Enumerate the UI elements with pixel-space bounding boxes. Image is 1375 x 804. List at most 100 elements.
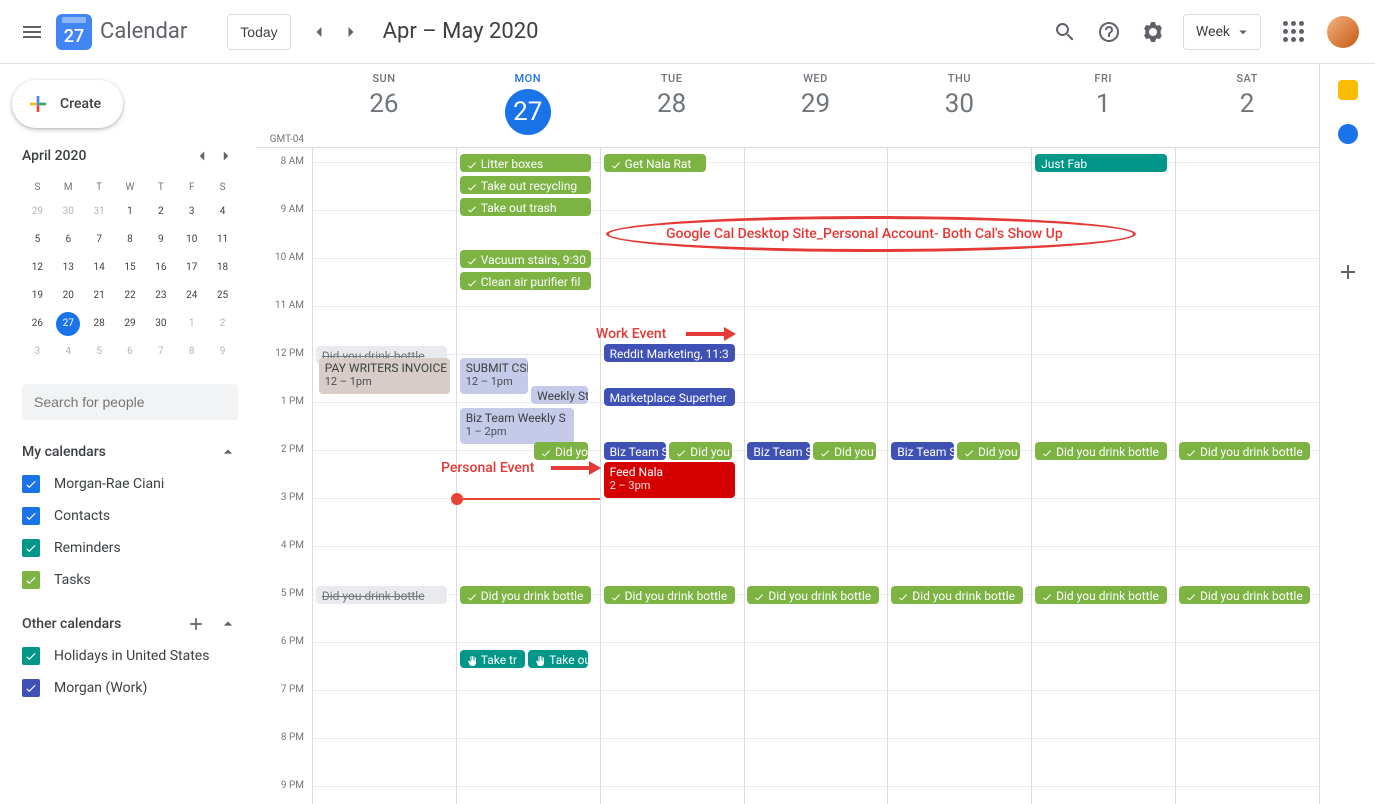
- mini-day[interactable]: 26: [22, 312, 53, 340]
- mini-day[interactable]: 31: [84, 200, 115, 228]
- event[interactable]: Did you drink bottle: [1179, 586, 1310, 604]
- apps-grid-icon[interactable]: [1273, 12, 1313, 52]
- mini-day[interactable]: 6: [115, 340, 146, 368]
- mini-day[interactable]: 12: [22, 256, 53, 284]
- mini-day[interactable]: 24: [176, 284, 207, 312]
- calendar-item[interactable]: Contacts: [22, 500, 238, 532]
- mini-day[interactable]: 5: [84, 340, 115, 368]
- day-column[interactable]: Litter boxesTake out recyclingTake out t…: [456, 148, 600, 804]
- mini-day[interactable]: 7: [84, 228, 115, 256]
- create-button[interactable]: Create: [12, 80, 123, 128]
- mini-day[interactable]: 2: [207, 312, 238, 340]
- mini-day[interactable]: 30: [53, 200, 84, 228]
- today-button[interactable]: Today: [227, 14, 290, 50]
- mini-day[interactable]: 1: [115, 200, 146, 228]
- my-calendars-toggle[interactable]: My calendars: [22, 436, 238, 468]
- event[interactable]: Just Fab: [1035, 154, 1166, 172]
- mini-cal-next[interactable]: [214, 144, 238, 168]
- grid-body[interactable]: 8 AM9 AM10 AM11 AM12 PM1 PM2 PM3 PM4 PM5…: [256, 148, 1319, 804]
- search-icon[interactable]: [1045, 12, 1085, 52]
- calendar-item[interactable]: Reminders: [22, 532, 238, 564]
- add-addon-icon[interactable]: [1328, 252, 1368, 292]
- event[interactable]: Biz Team S: [604, 442, 667, 460]
- day-column[interactable]: Just Fab Did you drink bottle Did you drin…: [1031, 148, 1175, 804]
- event[interactable]: Did you: [534, 442, 588, 460]
- event[interactable]: Biz Team S: [891, 442, 954, 460]
- mini-day[interactable]: 23: [145, 284, 176, 312]
- event[interactable]: Did you drink bottle: [604, 586, 735, 604]
- event[interactable]: PAY WRITERS INVOICE12 – 1pm: [319, 358, 450, 394]
- event[interactable]: Feed Nala2 – 3pm: [604, 462, 735, 498]
- mini-day[interactable]: 7: [145, 340, 176, 368]
- calendar-item[interactable]: Tasks: [22, 564, 238, 596]
- search-input[interactable]: [34, 394, 226, 410]
- mini-day[interactable]: 10: [176, 228, 207, 256]
- day-column[interactable]: Did you drink bottle Did you drink bottle: [1175, 148, 1319, 804]
- event[interactable]: Did you: [669, 442, 732, 460]
- calendar-item[interactable]: Morgan (Work): [22, 672, 238, 704]
- event[interactable]: Vacuum stairs, 9:30: [460, 250, 591, 268]
- help-icon[interactable]: [1089, 12, 1129, 52]
- event[interactable]: Take out trash: [460, 198, 591, 216]
- mini-day[interactable]: 16: [145, 256, 176, 284]
- mini-day[interactable]: 4: [53, 340, 84, 368]
- checkbox-icon[interactable]: [22, 507, 40, 525]
- mini-day[interactable]: 3: [176, 200, 207, 228]
- mini-day[interactable]: 15: [115, 256, 146, 284]
- event[interactable]: Reddit Marketing, 11:3: [604, 344, 735, 362]
- add-icon[interactable]: [186, 614, 206, 634]
- checkbox-icon[interactable]: [22, 571, 40, 589]
- day-column[interactable]: Biz Team SDid youDid you drink bottle: [744, 148, 888, 804]
- event[interactable]: SUBMIT CSR TIME12 – 1pm: [460, 358, 529, 394]
- checkbox-icon[interactable]: [22, 679, 40, 697]
- mini-day[interactable]: 30: [145, 312, 176, 340]
- event[interactable]: Did you drink bottle: [1179, 442, 1310, 460]
- mini-day[interactable]: 8: [115, 228, 146, 256]
- mini-day[interactable]: 8: [176, 340, 207, 368]
- mini-day[interactable]: 13: [53, 256, 84, 284]
- mini-day[interactable]: 14: [84, 256, 115, 284]
- calendar-item[interactable]: Holidays in United States: [22, 640, 238, 672]
- event[interactable]: Take ou: [528, 650, 588, 668]
- view-selector[interactable]: Week: [1183, 14, 1261, 50]
- mini-day[interactable]: 6: [53, 228, 84, 256]
- event[interactable]: Did you: [813, 442, 876, 460]
- mini-day[interactable]: 29: [22, 200, 53, 228]
- day-column[interactable]: Did you drink bottlePAY WRITERS INVOICE1…: [312, 148, 456, 804]
- mini-day[interactable]: 4: [207, 200, 238, 228]
- day-header[interactable]: SAT2: [1175, 64, 1319, 147]
- prev-week-button[interactable]: [303, 16, 335, 48]
- menu-icon[interactable]: [8, 8, 56, 56]
- mini-day[interactable]: 20: [53, 284, 84, 312]
- mini-day[interactable]: 29: [115, 312, 146, 340]
- mini-day[interactable]: 28: [84, 312, 115, 340]
- mini-day[interactable]: 27: [53, 312, 84, 340]
- day-header[interactable]: WED29: [744, 64, 888, 147]
- search-people[interactable]: [22, 384, 238, 420]
- keep-icon[interactable]: [1338, 80, 1358, 100]
- tasks-icon[interactable]: [1338, 124, 1358, 144]
- event[interactable]: Did you drink bottle: [1035, 442, 1166, 460]
- mini-day[interactable]: 18: [207, 256, 238, 284]
- mini-cal-prev[interactable]: [190, 144, 214, 168]
- event[interactable]: Weekly St: [531, 386, 588, 404]
- next-week-button[interactable]: [335, 16, 367, 48]
- checkbox-icon[interactable]: [22, 647, 40, 665]
- day-header[interactable]: MON27: [456, 64, 600, 147]
- event[interactable]: Did you drink bottle: [1035, 586, 1166, 604]
- mini-day[interactable]: 3: [22, 340, 53, 368]
- days-grid[interactable]: Did you drink bottle PAY WRITERS INVOICE1…: [312, 148, 1319, 804]
- day-header[interactable]: FRI1: [1031, 64, 1175, 147]
- event[interactable]: Biz Team Weekly S1 – 2pm: [460, 408, 574, 444]
- day-column[interactable]: Biz Team SDid youDid you drink bottle: [887, 148, 1031, 804]
- checkbox-icon[interactable]: [22, 475, 40, 493]
- calendar-item[interactable]: Morgan-Rae Ciani: [22, 468, 238, 500]
- event[interactable]: Take tr: [460, 650, 526, 668]
- mini-day[interactable]: 21: [84, 284, 115, 312]
- event[interactable]: Biz Team S: [747, 442, 810, 460]
- checkbox-icon[interactable]: [22, 539, 40, 557]
- avatar[interactable]: [1327, 16, 1359, 48]
- day-header[interactable]: THU30: [887, 64, 1031, 147]
- event[interactable]: Did you drink bottle: [891, 586, 1022, 604]
- mini-day[interactable]: 9: [207, 340, 238, 368]
